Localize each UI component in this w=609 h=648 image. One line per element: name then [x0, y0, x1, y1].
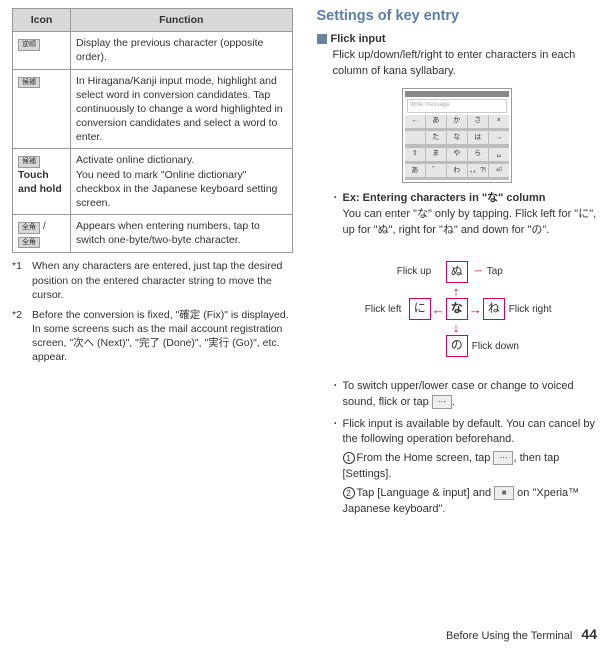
arrow-down-icon: ↓ [453, 319, 460, 338]
kana-grid: ←あかさ× たなは→ ⇧まやら␣ あ゛わ、。?!⏎ [405, 115, 509, 180]
switch-case-text: To switch upper/lower case or change to … [343, 380, 574, 408]
flick-input-title: Flick input [331, 33, 386, 45]
step-1-icon: 1 [343, 452, 355, 464]
icon-function-table: Icon Function 逆順 Display the previous ch… [12, 8, 293, 253]
message-field-placeholder: Write message [407, 99, 507, 113]
bullet-dot-icon: ･ [333, 417, 343, 519]
label-flick-up: Flick up [397, 265, 431, 280]
bullet-dot-icon: ･ [333, 379, 343, 411]
icon-fullwidth-2: 全角 [18, 237, 40, 249]
label-flick-down: Flick down [472, 340, 519, 355]
page-number: 44 [581, 626, 597, 642]
label-flick-right: Flick right [509, 303, 552, 318]
apps-key-icon [493, 451, 513, 465]
label-tap: Tap [487, 265, 503, 280]
cell-text: In Hiragana/Kanji input mode, highlight … [71, 69, 293, 149]
page-footer: Before Using the Terminal 44 [446, 626, 597, 642]
tap-line: ─ [475, 265, 482, 280]
cell-up: ぬ [446, 261, 468, 283]
arrow-up-icon: ↑ [453, 283, 460, 302]
cell-text: Appears when entering numbers, tap to sw… [71, 215, 293, 253]
icon-reverse: 逆順 [18, 39, 40, 51]
th-function: Function [71, 9, 293, 32]
keyboard-screenshot: Write message ←あかさ× たなは→ ⇧まやら␣ あ゛わ、。?!⏎ [402, 88, 512, 183]
square-bullet-icon [317, 34, 327, 44]
table-row: 全角 / 全角 Appears when entering numbers, t… [13, 215, 293, 253]
label-flick-left: Flick left [365, 303, 402, 318]
example-body: You can enter "な" only by tapping. Flick… [343, 208, 597, 236]
step-2-icon: 2 [343, 487, 355, 499]
arrow-right-icon: → [469, 301, 482, 320]
cell-right: ね [483, 298, 505, 320]
footnote-2: *2 Before the conversion is fixed, "確定 (… [12, 308, 293, 365]
cell-text: Display the previous character (opposite… [71, 32, 293, 69]
cell-down: の [446, 335, 468, 357]
table-row: 候補 Touch and hold Activate online dictio… [13, 149, 293, 215]
touch-hold-label: Touch and hold [18, 169, 62, 195]
bullet-dot-icon: ･ [333, 191, 343, 239]
example-title: Ex: Entering characters in "な" column [343, 192, 546, 204]
icon-candidate: 候補 [18, 77, 40, 89]
dakuten-key-icon [432, 395, 452, 409]
icon-fullwidth-1: 全角 [18, 222, 40, 234]
cell-text: Activate online dictionary. You need to … [71, 149, 293, 215]
arrow-left-icon: ← [432, 301, 445, 320]
flick-input-desc: Flick up/down/left/right to enter charac… [317, 48, 598, 80]
settings-key-icon [494, 486, 514, 500]
table-row: 逆順 Display the previous character (oppos… [13, 32, 293, 69]
flick-diagram: な ぬ の に ね ↑ ↓ ← → Flick up ─ Tap Flick l… [367, 249, 547, 369]
section-heading: Settings of key entry [317, 8, 598, 24]
footnote-1: *1 When any characters are entered, just… [12, 259, 293, 302]
table-row: 候補 In Hiragana/Kanji input mode, highlig… [13, 69, 293, 149]
cell-left: に [409, 298, 431, 320]
icon-candidate-hold: 候補 [18, 156, 40, 168]
th-icon: Icon [13, 9, 71, 32]
flick-default-text: Flick input is available by default. You… [343, 418, 596, 446]
